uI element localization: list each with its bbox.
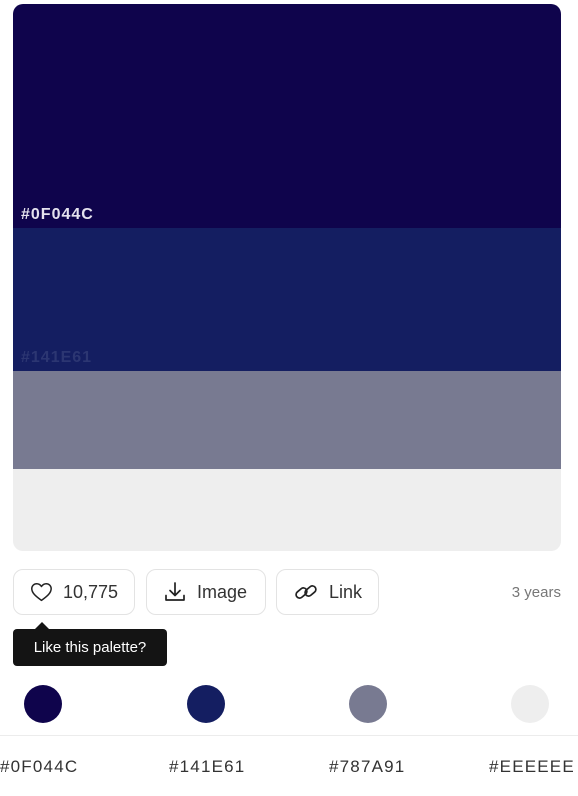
color-code[interactable]: #787A91	[329, 757, 405, 777]
swatch-787a91[interactable]	[13, 371, 561, 469]
like-button[interactable]: 10,775	[13, 569, 135, 615]
tooltip-arrow	[35, 622, 49, 629]
swatch-label[interactable]: #141E61	[21, 349, 92, 367]
color-dots	[0, 685, 578, 723]
color-codes: #0F044C #141E61 #787A91 #EEEEEE	[0, 757, 578, 779]
palette-age: 3 years	[511, 584, 561, 601]
palette-card: #0F044C #141E61	[13, 4, 561, 551]
color-dot-787a91[interactable]	[349, 685, 387, 723]
like-count: 10,775	[62, 581, 118, 602]
color-dot-eeeeee[interactable]	[511, 685, 549, 723]
color-code[interactable]: #141E61	[169, 757, 245, 777]
link-label: Link	[328, 581, 362, 602]
copy-link-button[interactable]: Link	[276, 569, 379, 615]
swatch-eeeeee[interactable]	[13, 469, 561, 551]
color-code[interactable]: #0F044C	[0, 757, 78, 777]
swatch-label[interactable]: #0F044C	[21, 206, 94, 224]
color-code[interactable]: #EEEEEE	[489, 757, 575, 777]
heart-icon	[31, 582, 52, 602]
download-image-button[interactable]: Image	[146, 569, 266, 615]
download-icon	[165, 582, 185, 601]
image-label: Image	[197, 581, 248, 602]
color-dot-141e61[interactable]	[187, 685, 225, 723]
palette-page: #0F044C #141E61 10,775 Image Link 3 year…	[0, 0, 578, 796]
divider	[0, 735, 578, 736]
color-dot-0f044c[interactable]	[24, 685, 62, 723]
link-icon	[295, 585, 317, 599]
swatch-0f044c[interactable]: #0F044C	[13, 4, 561, 228]
swatch-141e61[interactable]: #141E61	[13, 228, 561, 371]
like-tooltip: Like this palette?	[13, 629, 167, 666]
